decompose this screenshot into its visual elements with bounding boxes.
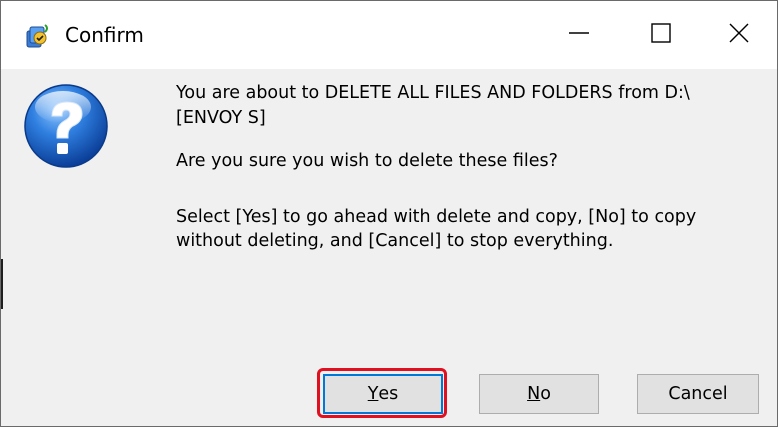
no-button[interactable]: No [479, 374, 599, 414]
minimize-icon [568, 22, 590, 48]
message-line-1: You are about to DELETE ALL FILES AND FO… [176, 83, 690, 103]
yes-label: es [378, 384, 399, 404]
question-icon [23, 83, 109, 169]
no-mnemonic: N [527, 384, 541, 404]
message-line-2: [ENVOY S] [176, 108, 266, 128]
cancel-button[interactable]: Cancel [637, 374, 759, 414]
close-icon [728, 22, 750, 48]
dialog-body: You are about to DELETE ALL FILES AND FO… [1, 69, 777, 426]
no-label: o [540, 384, 551, 404]
message-line-4: Select [Yes] to go ahead with delete and… [176, 207, 697, 227]
maximize-icon [651, 23, 671, 47]
minimize-button[interactable] [533, 1, 625, 69]
maximize-button[interactable] [615, 1, 707, 69]
title-bar[interactable]: Confirm [1, 1, 777, 69]
yes-mnemonic: Y [367, 384, 379, 404]
message-line-5: without deleting, and [Cancel] to stop e… [176, 231, 614, 251]
app-icon [23, 21, 53, 51]
left-edge-mark [1, 259, 3, 309]
window-title: Confirm [65, 23, 144, 47]
yes-button[interactable]: Yes [323, 374, 443, 414]
close-button[interactable] [701, 1, 777, 69]
message-line-3: Are you sure you wish to delete these fi… [176, 151, 558, 171]
confirm-dialog: Confirm You are about to DELETE ALL FILE… [0, 0, 778, 427]
